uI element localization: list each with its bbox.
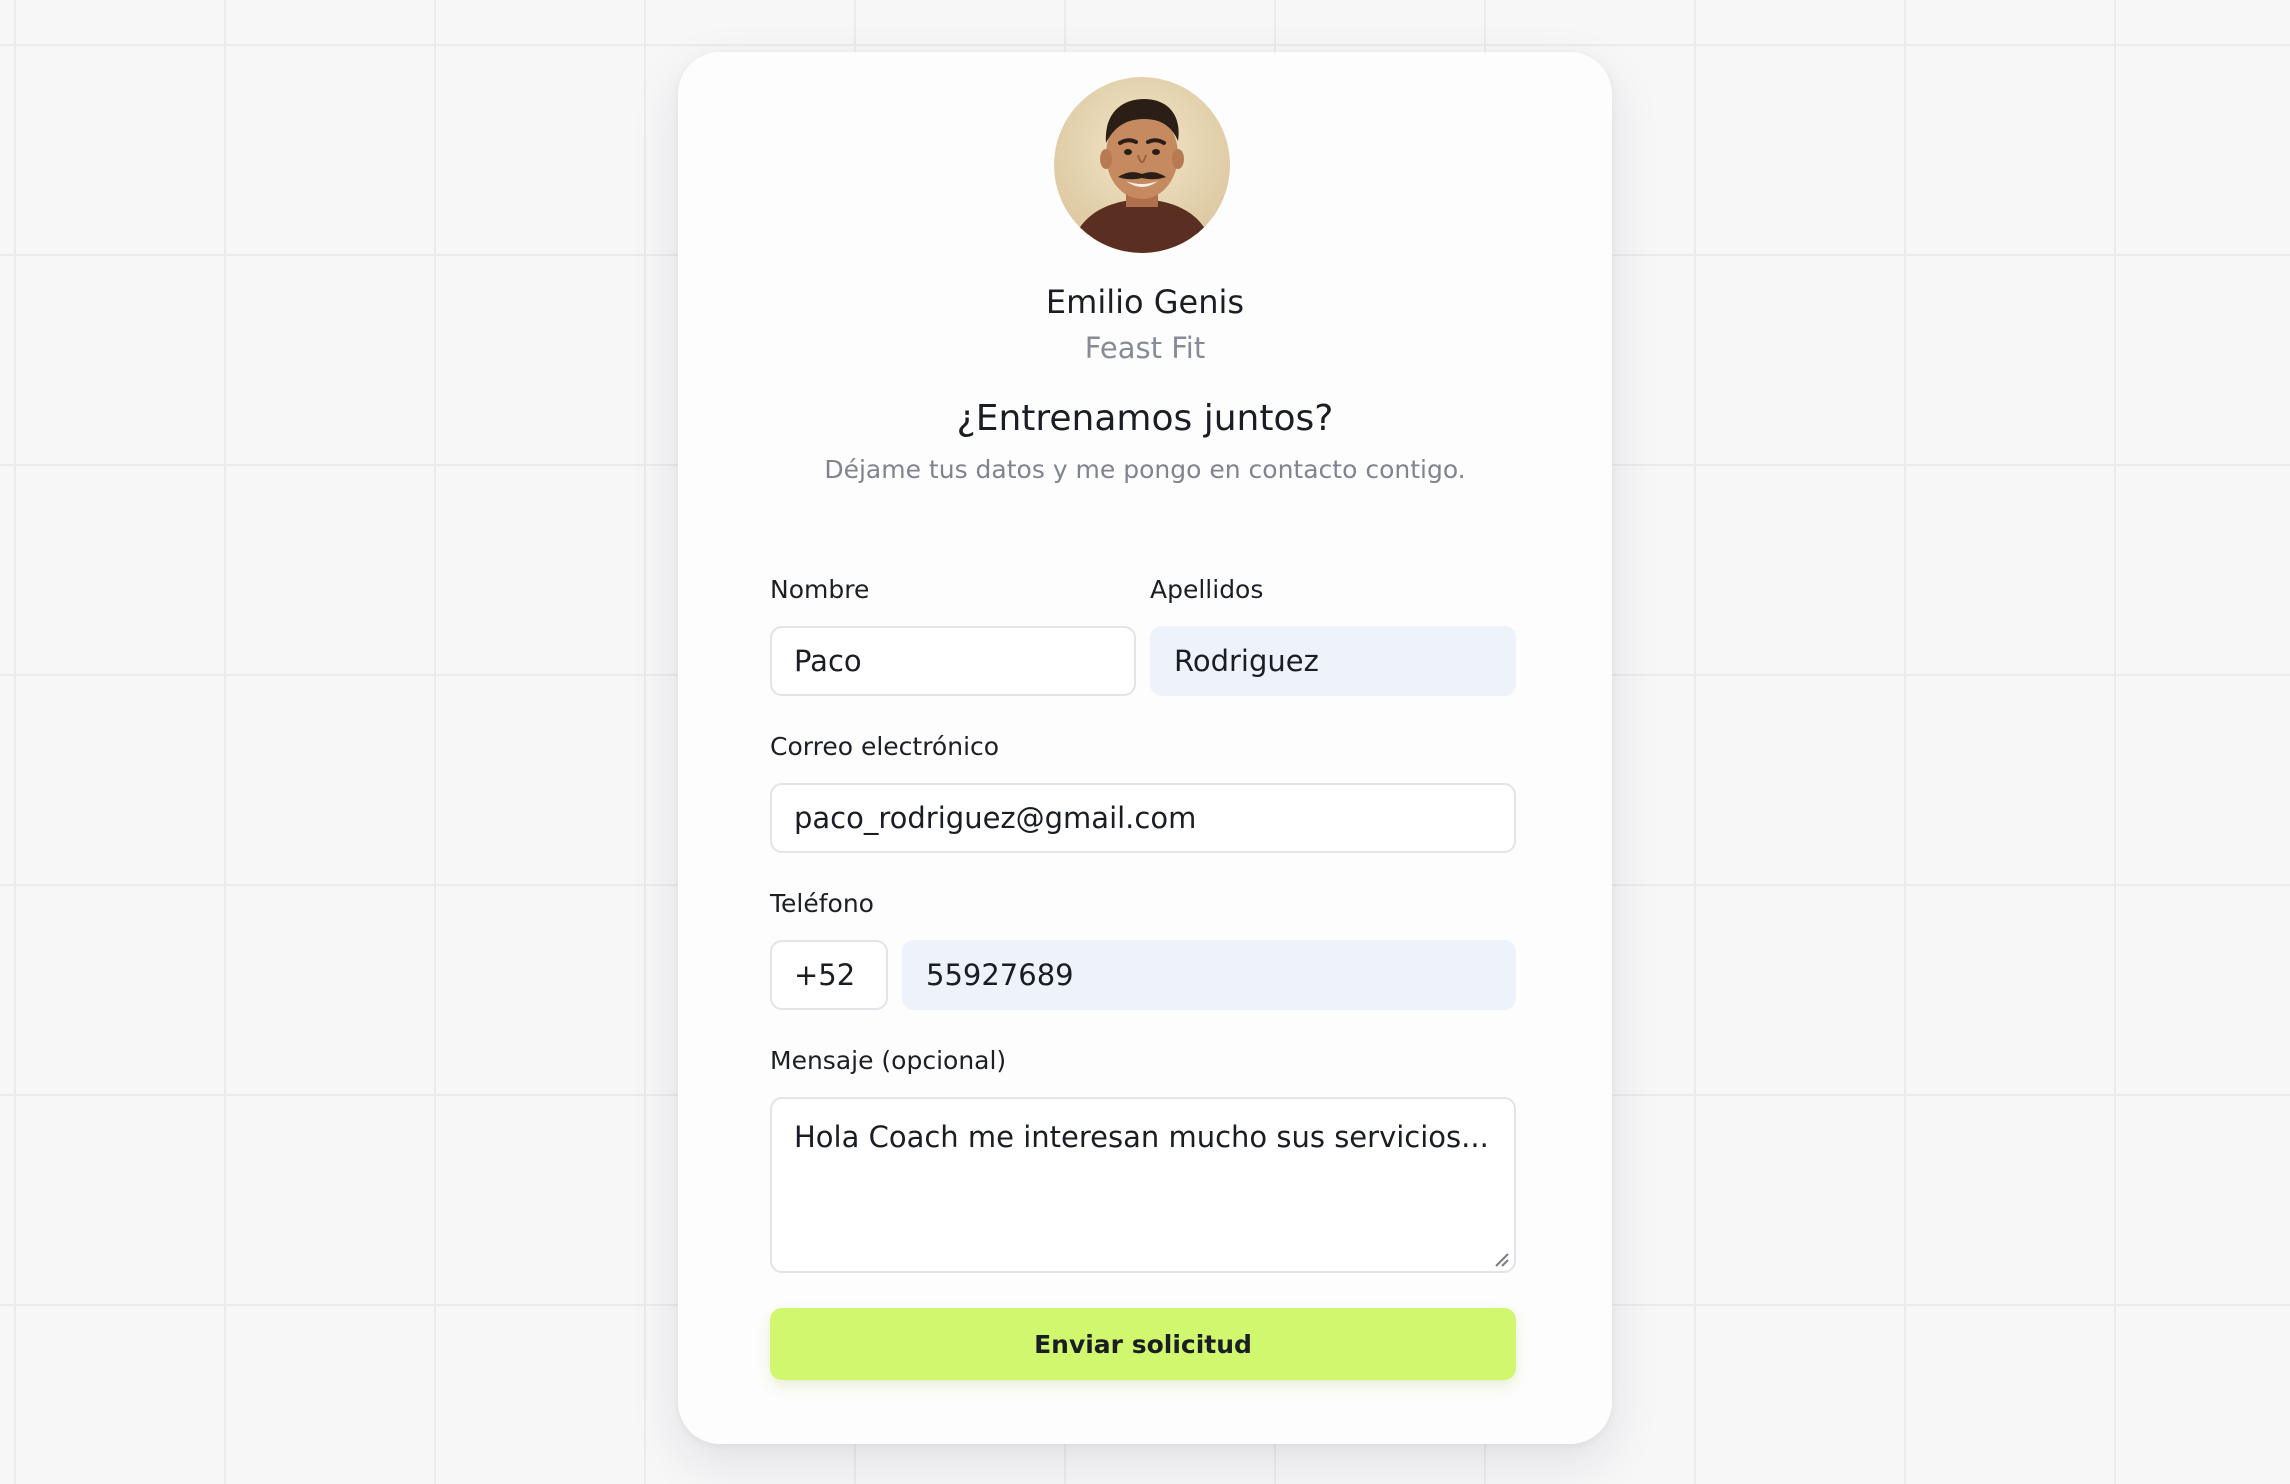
phone-country-code-input[interactable]	[770, 940, 888, 1010]
form-subheading: Déjame tus datos y me pongo en contacto …	[824, 455, 1466, 484]
last-name-input[interactable]	[1150, 626, 1516, 696]
coach-name: Emilio Genis	[1045, 283, 1245, 321]
email-input[interactable]	[770, 783, 1516, 853]
submit-button[interactable]: Enviar solicitud	[770, 1308, 1516, 1380]
phone-number-input[interactable]	[902, 940, 1516, 1010]
first-name-input[interactable]	[770, 626, 1136, 696]
message-label: Mensaje (opcional)	[770, 1046, 1007, 1075]
email-label: Correo electrónico	[770, 732, 1000, 761]
phone-label: Teléfono	[770, 889, 874, 918]
first-name-label: Nombre	[770, 575, 870, 604]
lead-form-card: Emilio Genis Feast Fit ¿Entrenamos junto…	[678, 52, 1612, 1444]
coach-brand: Feast Fit	[1084, 331, 1206, 365]
form-heading: ¿Entrenamos juntos?	[956, 398, 1334, 439]
last-name-label: Apellidos	[1150, 575, 1264, 604]
coach-avatar	[1054, 77, 1230, 253]
message-textarea[interactable]: Hola Coach me interesan mucho sus servic…	[770, 1097, 1516, 1273]
resize-grip-icon[interactable]	[1492, 1250, 1510, 1268]
